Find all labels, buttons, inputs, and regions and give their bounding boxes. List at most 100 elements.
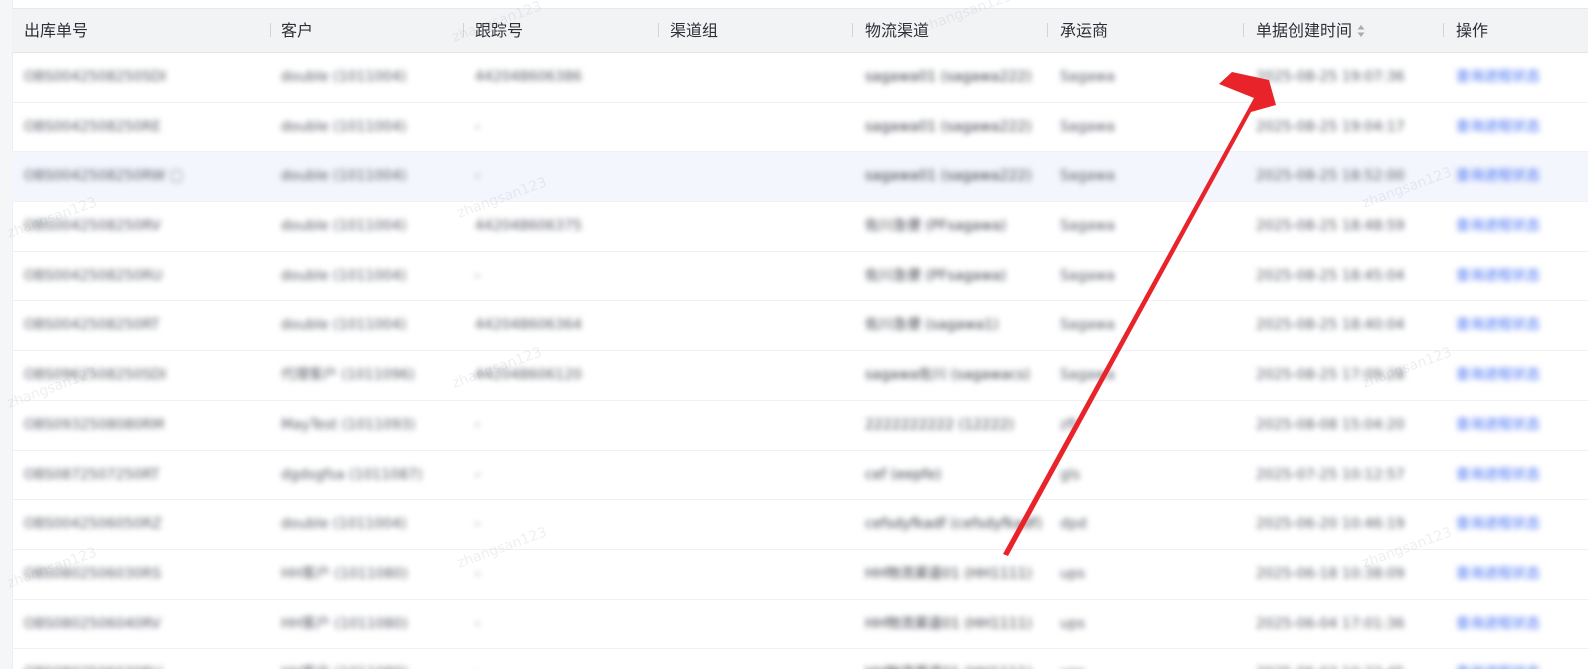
cell-action[interactable]: 查询进程状态 xyxy=(1456,451,1540,499)
cell-action[interactable]: 查询进程状态 xyxy=(1456,53,1540,101)
cell-created-time: 2025-08-25 18:52:00 xyxy=(1256,152,1405,200)
cell-action[interactable]: 查询进程状态 xyxy=(1456,649,1540,669)
cell-logistics-channel: 佐川急便 (sagawa1) xyxy=(865,301,999,349)
cell-tracking: - xyxy=(475,103,480,151)
cell-order-no[interactable]: OBS0802506030RU xyxy=(24,649,162,669)
table-row[interactable]: OBS0872507250RT dgdsgfsa (1011087) - cef (e… xyxy=(12,451,1588,501)
cell-text: 442048606364 xyxy=(475,317,582,334)
cell-text: Sagawa xyxy=(1060,317,1115,334)
cell-logistics-channel: 佐川急便 (PFsagawa) xyxy=(865,252,1006,300)
cell-order-no[interactable]: OBS0042508250RT xyxy=(24,301,160,349)
table-row[interactable]: OBS0042508250RT double (1011004) 442048606… xyxy=(12,301,1588,352)
cell-action[interactable]: 查询进程状态 xyxy=(1456,550,1540,598)
table-row[interactable]: OBS0042508250RU double (1011004) - 佐川急便 (PF… xyxy=(12,252,1588,302)
cell-text: - xyxy=(475,565,481,582)
column-separator[interactable] xyxy=(852,23,853,37)
table-row[interactable]: OBS0932508080RM MayTest (1011093) - 2222222… xyxy=(12,401,1588,451)
cell-tracking: - xyxy=(475,252,480,300)
cell-text: 2025-08-25 19:04:17 xyxy=(1256,118,1405,135)
table-row[interactable]: OBS0802506030RS HH客户 (1011080) - HH物流渠道01 (… xyxy=(12,550,1588,600)
cell-text: 2025-08-25 17:09:28 xyxy=(1256,367,1405,384)
cell-text: double (1011004) xyxy=(281,317,407,334)
table-row[interactable]: OBS0042508250SDI double (1011004) 44204860… xyxy=(12,53,1588,103)
cell-text: HH客户 (1011080) xyxy=(281,615,408,632)
table-row[interactable]: OBS0042508250RW double (1011004) - sagawa01… xyxy=(12,152,1588,203)
cell-tracking: - xyxy=(475,401,480,449)
cell-text: OBS0042508250RV xyxy=(24,218,161,235)
cell-order-no[interactable]: OBS0802506030RS xyxy=(24,550,161,598)
cell-text: cef (eepfe) xyxy=(865,466,942,483)
cell-action[interactable]: 查询进程状态 xyxy=(1456,301,1540,349)
cell-text: - xyxy=(475,416,481,433)
cell-created-time: 2025-08-25 17:09:28 xyxy=(1256,351,1405,399)
column-header-label: 物流渠道 xyxy=(865,21,930,40)
table-header: 出库单号 客户 跟踪号 渠道组 物流渠道 承运商 单据创建时间 操作 xyxy=(12,8,1588,53)
cell-action[interactable]: 查询进程状态 xyxy=(1456,103,1540,151)
cell-order-no[interactable]: OBS0042508250RU xyxy=(24,252,162,300)
cell-text: Sagawa xyxy=(1060,168,1115,185)
cell-carrier: Sagawa xyxy=(1060,202,1115,250)
column-separator[interactable] xyxy=(270,23,271,37)
table-row[interactable]: OBS0042506050RZ double (1011004) - cefsdyfk… xyxy=(12,500,1588,550)
cell-tracking: 442048606375 xyxy=(475,202,582,250)
cell-action[interactable]: 查询进程状态 xyxy=(1456,500,1540,548)
cell-order-no[interactable]: OBS0042508250RV xyxy=(24,202,161,250)
cell-text: ups xyxy=(1060,565,1086,582)
cell-tracking: - xyxy=(475,649,480,669)
cell-carrier: Sagawa xyxy=(1060,53,1115,101)
cell-order-no[interactable]: OBS0042508250RW xyxy=(24,152,183,200)
table-row[interactable]: OBS0962508250SDI 代理客户 (1011096) 4420486061… xyxy=(12,351,1588,401)
column-separator[interactable] xyxy=(1243,23,1244,37)
cell-text: OBS0802506040RV xyxy=(24,615,161,632)
cell-logistics-channel: sagawa01 (sagawa222) xyxy=(865,53,1032,101)
cell-carrier: dpd xyxy=(1060,500,1087,548)
cell-order-no[interactable]: OBS0872507250RT xyxy=(24,451,160,499)
cell-action[interactable]: 查询进程状态 xyxy=(1456,600,1540,648)
column-separator[interactable] xyxy=(658,23,659,37)
column-separator[interactable] xyxy=(463,23,464,37)
cell-text: OBS0932508080RM xyxy=(24,416,165,433)
cell-text: ups xyxy=(1060,615,1086,632)
cell-text: 佐川急便 (sagawa1) xyxy=(865,317,999,334)
cell-text: ups xyxy=(1060,665,1085,669)
column-separator[interactable] xyxy=(1047,23,1048,37)
cell-order-no[interactable]: OBS0042508250SDI xyxy=(24,53,166,101)
cell-order-no[interactable]: OBS0042506050RZ xyxy=(24,500,162,548)
cell-text: 2025-06-04 17:01:36 xyxy=(1256,615,1405,632)
cell-carrier: Sagawa xyxy=(1060,103,1115,151)
cell-logistics-channel: 佐川急便 (PFsagawa) xyxy=(865,202,1006,250)
cell-text: 2025-08-25 18:48:59 xyxy=(1256,218,1405,235)
cell-carrier: Sagawa xyxy=(1060,351,1115,399)
cell-created-time: 2025-06-20 10:46:19 xyxy=(1256,500,1405,548)
table-row[interactable]: OBS0042508250RV double (1011004) 442048606… xyxy=(12,202,1588,252)
order-list-page: 出库单号 客户 跟踪号 渠道组 物流渠道 承运商 单据创建时间 操作 OBS004250825… xyxy=(0,0,1588,669)
cell-order-no[interactable]: OBS0932508080RM xyxy=(24,401,164,449)
cell-text: double (1011004) xyxy=(281,168,407,185)
cell-order-no[interactable]: OBS0042508250RE xyxy=(24,103,161,151)
cell-text: 2025-08-25 18:45:04 xyxy=(1256,267,1405,284)
cell-customer: HH客户 (1011080) xyxy=(281,550,408,598)
column-header-created-time[interactable]: 单据创建时间 xyxy=(1256,9,1366,52)
cell-text: 2025-08-25 19:07:36 xyxy=(1256,69,1405,85)
cell-customer: 代理客户 (1011096) xyxy=(281,351,415,399)
table-row[interactable]: OBS0802506040RV HH客户 (1011080) - HH物流渠道01 (… xyxy=(12,600,1588,650)
table-row[interactable]: OBS0042508250RE double (1011004) - sagawa01… xyxy=(12,103,1588,153)
cell-text: 2025-06-20 10:46:19 xyxy=(1256,516,1405,533)
cell-action[interactable]: 查询进程状态 xyxy=(1456,351,1540,399)
sort-icon[interactable] xyxy=(1356,23,1366,39)
cell-text: OBS0042508250RE xyxy=(24,118,161,135)
column-separator[interactable] xyxy=(1443,23,1444,37)
cell-text: OBS0802506030RU xyxy=(24,665,162,669)
table-row[interactable]: OBS0802506030RU HH客户 (1011080) - HH物流渠道01 (… xyxy=(12,649,1588,669)
copy-icon[interactable] xyxy=(171,170,183,183)
cell-order-no[interactable]: OBS0962508250SDI xyxy=(24,351,166,399)
cell-carrier: ups xyxy=(1060,550,1085,598)
cell-action[interactable]: 查询进程状态 xyxy=(1456,252,1540,300)
cell-customer: double (1011004) xyxy=(281,252,406,300)
cell-action[interactable]: 查询进程状态 xyxy=(1456,202,1540,250)
cell-action[interactable]: 查询进程状态 xyxy=(1456,152,1540,200)
cell-action[interactable]: 查询进程状态 xyxy=(1456,401,1540,449)
column-header-carrier: 承运商 xyxy=(1060,9,1108,52)
cell-order-no[interactable]: OBS0802506040RV xyxy=(24,600,161,648)
cell-text: Sagawa xyxy=(1060,218,1115,235)
